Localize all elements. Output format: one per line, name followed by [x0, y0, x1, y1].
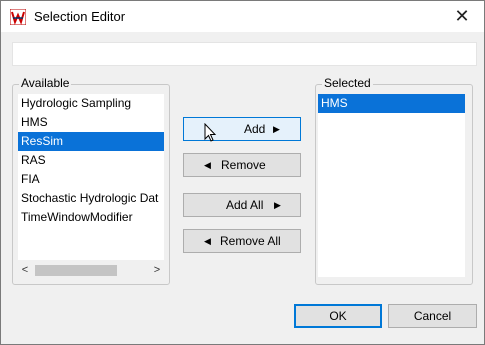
ok-button[interactable]: OK	[294, 304, 382, 328]
selected-list[interactable]: HMS	[318, 94, 465, 277]
close-button[interactable]: ✕	[440, 1, 484, 32]
add-button-label: Add	[244, 122, 266, 136]
list-item[interactable]: Hydrologic Sampling	[18, 94, 164, 113]
cancel-button[interactable]: Cancel	[388, 304, 477, 328]
right-arrow-icon: ▶	[273, 124, 280, 134]
scrollbar-thumb[interactable]	[35, 265, 117, 276]
add-all-button-label: Add All	[226, 198, 264, 212]
window-title: Selection Editor	[34, 9, 126, 24]
list-item[interactable]: TimeWindowModifier	[18, 208, 164, 227]
close-icon: ✕	[454, 6, 470, 26]
remove-all-button[interactable]: ◀ Remove All	[183, 229, 301, 253]
remove-all-button-label: Remove All	[220, 234, 281, 248]
scroll-right-icon[interactable]: >	[150, 262, 164, 279]
list-item[interactable]: Stochastic Hydrologic Dat	[18, 189, 164, 208]
scroll-left-icon[interactable]: <	[18, 262, 32, 279]
list-item[interactable]: RAS	[18, 151, 164, 170]
remove-button-label: Remove	[221, 158, 266, 172]
mouse-pointer-icon	[204, 123, 217, 142]
cancel-button-label: Cancel	[413, 309, 452, 323]
available-label: Available	[19, 76, 72, 90]
selection-editor-dialog: Selection Editor ✕ Available Hydrologic …	[0, 0, 485, 345]
list-item[interactable]: HMS	[18, 113, 164, 132]
list-item[interactable]: FIA	[18, 170, 164, 189]
available-horizontal-scrollbar[interactable]: < >	[18, 262, 164, 279]
add-all-button[interactable]: Add All ▶	[183, 193, 301, 217]
title-bar: Selection Editor ✕	[1, 1, 484, 32]
left-arrow-icon: ◀	[204, 160, 211, 170]
selected-label: Selected	[322, 76, 373, 90]
available-list[interactable]: Hydrologic Sampling HMS ResSim RAS FIA Stocha…	[18, 94, 164, 260]
filter-input[interactable]	[12, 42, 477, 66]
ok-button-label: OK	[329, 309, 347, 323]
left-arrow-icon: ◀	[204, 236, 211, 246]
right-arrow-icon: ▶	[274, 200, 281, 210]
add-button[interactable]: Add ▶	[183, 117, 301, 141]
list-item[interactable]: ResSim	[18, 132, 164, 151]
app-logo-icon	[10, 9, 26, 25]
remove-button[interactable]: ◀ Remove	[183, 153, 301, 177]
list-item[interactable]: HMS	[318, 94, 465, 113]
